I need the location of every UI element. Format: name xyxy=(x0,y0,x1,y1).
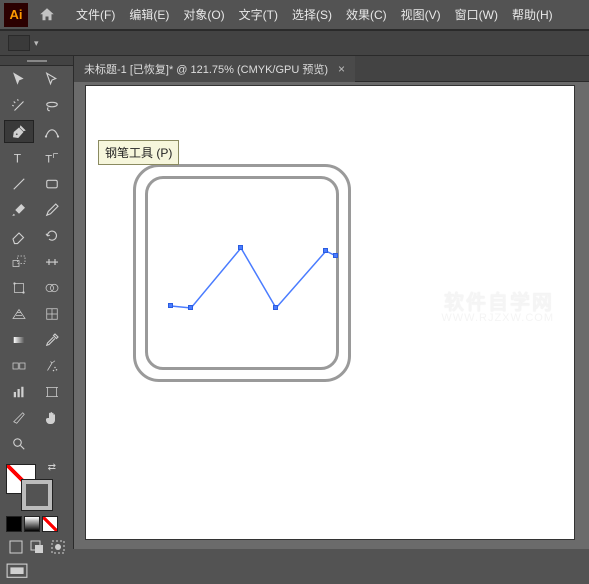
fill-stroke-swatch[interactable]: ⇄ xyxy=(6,464,52,510)
scale-tool[interactable] xyxy=(4,250,34,273)
menu-select[interactable]: 选择(S) xyxy=(286,2,338,27)
menu-type[interactable]: 文字(T) xyxy=(233,2,284,27)
menu-file[interactable]: 文件(F) xyxy=(70,2,121,27)
anchor-point[interactable] xyxy=(238,245,243,250)
svg-text:T: T xyxy=(14,151,22,165)
stroke-swatch[interactable] xyxy=(22,480,52,510)
anchor-point[interactable] xyxy=(273,305,278,310)
draw-normal-icon[interactable] xyxy=(6,538,25,556)
slice-tool[interactable] xyxy=(4,406,34,429)
tool-panel-grip[interactable] xyxy=(0,56,73,66)
screen-mode-row xyxy=(0,560,73,584)
document-tab-label: 未标题-1 [已恢复]* @ 121.75% (CMYK/GPU 预览) xyxy=(84,61,328,77)
color-mode-solid[interactable] xyxy=(6,516,22,532)
screen-mode-icon[interactable] xyxy=(6,564,28,580)
lasso-tool[interactable] xyxy=(37,94,67,117)
document-area: 未标题-1 [已恢复]* @ 121.75% (CMYK/GPU 预览) × 软… xyxy=(74,56,589,549)
width-tool[interactable] xyxy=(37,250,67,273)
magic-wand-tool[interactable] xyxy=(4,94,34,117)
gradient-tool[interactable] xyxy=(4,328,34,351)
watermark-sub-text: WWW.RJZXW.COM xyxy=(441,312,554,324)
anchor-point[interactable] xyxy=(168,303,173,308)
svg-text:T: T xyxy=(45,153,52,165)
selection-tool[interactable] xyxy=(4,68,34,91)
app-logo: Ai xyxy=(4,3,28,27)
mesh-tool[interactable] xyxy=(37,302,67,325)
menu-bar: 文件(F) 编辑(E) 对象(O) 文字(T) 选择(S) 效果(C) 视图(V… xyxy=(70,2,559,27)
direct-selection-tool[interactable] xyxy=(37,68,67,91)
column-graph-tool[interactable] xyxy=(4,380,34,403)
color-mode-none[interactable] xyxy=(42,516,58,532)
color-mode-gradient[interactable] xyxy=(24,516,40,532)
draw-behind-icon[interactable] xyxy=(27,538,46,556)
eraser-tool[interactable] xyxy=(4,224,34,247)
pen-tool-tooltip: 钢笔工具 (P) xyxy=(98,140,179,165)
symbol-sprayer-tool[interactable] xyxy=(37,354,67,377)
draw-inside-icon[interactable] xyxy=(48,538,67,556)
document-tab-bar: 未标题-1 [已恢复]* @ 121.75% (CMYK/GPU 预览) × xyxy=(74,56,589,82)
free-transform-tool[interactable] xyxy=(4,276,34,299)
watermark-text: 软件自学网 xyxy=(444,286,554,315)
blend-tool[interactable] xyxy=(4,354,34,377)
draw-mode-row xyxy=(0,536,73,558)
line-tool[interactable] xyxy=(4,172,34,195)
home-icon[interactable] xyxy=(34,4,60,26)
artwork-pen-path xyxy=(166,236,346,336)
artboard-tool[interactable] xyxy=(37,380,67,403)
type-tool[interactable]: T xyxy=(4,146,34,169)
menu-edit[interactable]: 编辑(E) xyxy=(123,2,175,27)
menu-window[interactable]: 窗口(W) xyxy=(449,2,504,27)
rectangle-tool[interactable] xyxy=(37,172,67,195)
pen-tool[interactable] xyxy=(4,120,34,143)
curvature-tool[interactable] xyxy=(37,120,67,143)
tool-panel: T T xyxy=(0,56,74,549)
swap-fill-stroke-icon[interactable]: ⇄ xyxy=(48,462,56,473)
app-bar: Ai 文件(F) 编辑(E) 对象(O) 文字(T) 选择(S) 效果(C) 视… xyxy=(0,0,589,30)
control-strip: ▾ xyxy=(0,30,589,56)
tool-grid: T T xyxy=(0,66,73,460)
close-icon[interactable]: × xyxy=(338,62,345,76)
empty-tool-slot xyxy=(37,432,67,455)
anchor-point[interactable] xyxy=(333,253,338,258)
perspective-tool[interactable] xyxy=(4,302,34,325)
anchor-point[interactable] xyxy=(323,248,328,253)
hand-tool[interactable] xyxy=(37,406,67,429)
anchor-point[interactable] xyxy=(188,305,193,310)
paintbrush-tool[interactable] xyxy=(4,198,34,221)
pencil-tool[interactable] xyxy=(37,198,67,221)
eyedropper-tool[interactable] xyxy=(37,328,67,351)
zoom-tool[interactable] xyxy=(4,432,34,455)
shape-builder-tool[interactable] xyxy=(37,276,67,299)
menu-help[interactable]: 帮助(H) xyxy=(506,2,559,27)
control-select[interactable] xyxy=(8,35,30,51)
menu-effect[interactable]: 效果(C) xyxy=(340,2,393,27)
touch-type-tool[interactable]: T xyxy=(37,146,67,169)
menu-object[interactable]: 对象(O) xyxy=(177,2,230,27)
rotate-tool[interactable] xyxy=(37,224,67,247)
control-dropdown-icon[interactable]: ▾ xyxy=(34,38,39,49)
color-mode-row xyxy=(0,514,73,534)
menu-view[interactable]: 视图(V) xyxy=(395,2,447,27)
document-tab[interactable]: 未标题-1 [已恢复]* @ 121.75% (CMYK/GPU 预览) × xyxy=(74,56,355,82)
